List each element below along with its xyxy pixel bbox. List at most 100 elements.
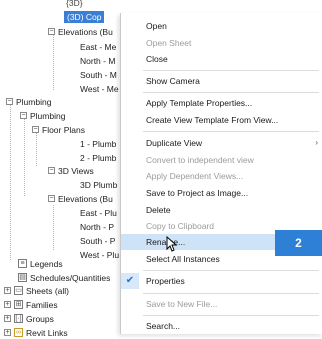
menu-item-properties[interactable]: ✔ Properties (121, 273, 322, 289)
menu-item-open[interactable]: Open (121, 18, 322, 34)
menu-item-label: Select All Instances (146, 254, 220, 264)
tree-item-elevation[interactable]: South - M (80, 69, 117, 81)
tree-item-label: East - Me (80, 42, 117, 52)
menu-item-show-camera[interactable]: Show Camera (121, 73, 322, 89)
tree-item-elevation[interactable]: East - Plu (80, 207, 117, 219)
tree-item-groups[interactable]: + [·] Groups (4, 313, 54, 325)
tree-item-3d-partial[interactable]: {3D} (66, 0, 83, 9)
menu-item-open-sheet: Open Sheet (121, 35, 322, 51)
tree-item-label: Schedules/Quantities (30, 273, 111, 283)
tree-item-label: Groups (26, 314, 54, 324)
collapse-toggle-icon[interactable]: − (48, 167, 55, 174)
menu-item-label: Open (146, 21, 167, 31)
menu-item-close[interactable]: Close (121, 51, 322, 67)
tree-group-plumbing-sub[interactable]: − Plumbing (20, 110, 65, 122)
project-browser-tree: {3D} (3D) Cop − Elevations (Bu East - Me … (0, 0, 130, 338)
menu-item-search[interactable]: Search... (121, 318, 322, 334)
collapse-toggle-icon[interactable]: − (20, 112, 27, 119)
link-icon: ∞ (14, 328, 23, 337)
tree-item-label: South - P (80, 236, 116, 246)
tree-item-label: 1 - Plumb (80, 139, 117, 149)
expand-toggle-icon[interactable]: + (4, 329, 11, 336)
menu-item-label: Delete (146, 205, 171, 215)
tree-item-floor-plan[interactable]: 2 - Plumb (80, 152, 116, 164)
tree-item-schedules[interactable]: ▤ Schedules/Quantities (18, 272, 110, 284)
tree-item-families[interactable]: + ⊞ Families (4, 299, 58, 311)
tree-item-elevation[interactable]: West - Plu (80, 249, 119, 261)
menu-separator (143, 270, 319, 271)
mouse-cursor-icon (166, 236, 178, 252)
tree-guide (53, 205, 54, 250)
tree-group-floor-plans[interactable]: − Floor Plans (32, 124, 85, 136)
sheet-icon: ▭ (14, 286, 23, 295)
expand-toggle-icon[interactable]: + (4, 315, 11, 322)
schedule-icon: ▤ (18, 273, 27, 282)
family-icon: ⊞ (14, 300, 23, 309)
tree-item-label: North - M (80, 56, 116, 66)
collapse-toggle-icon[interactable]: − (48, 28, 55, 35)
menu-item-label: Copy to Clipboard (146, 221, 215, 231)
tree-item-label: Revit Links (26, 328, 68, 338)
menu-item-save-as-image[interactable]: Save to Project as Image... (121, 185, 322, 201)
menu-separator (143, 315, 319, 316)
step-number-badge: 2 (275, 230, 322, 256)
menu-separator (143, 70, 319, 71)
menu-item-apply-dependent: Apply Dependent Views... (121, 168, 322, 184)
tree-item-elevation[interactable]: North - P (80, 221, 114, 233)
menu-item-save-new-file: Save to New File... (121, 296, 322, 312)
menu-separator (143, 131, 319, 132)
tree-group-elevations-2[interactable]: − Elevations (Bu (48, 193, 113, 205)
tree-item-label: 3D Plumb (80, 180, 118, 190)
tree-item-floor-plan[interactable]: 1 - Plumb (80, 138, 116, 150)
tree-item-elevation[interactable]: East - Me (80, 41, 116, 53)
menu-item-delete[interactable]: Delete (121, 202, 322, 218)
menu-item-apply-template[interactable]: Apply Template Properties... (121, 95, 322, 111)
tree-group-elevations[interactable]: − Elevations (Bu (48, 26, 113, 38)
tree-item-label: Sheets (all) (26, 286, 69, 296)
selected-view-label: (3D) Cop (64, 11, 105, 23)
collapse-toggle-icon[interactable]: − (6, 98, 13, 105)
menu-item-convert-independent: Convert to independent view (121, 152, 322, 168)
menu-item-label: Convert to independent view (146, 155, 254, 165)
tree-item-elevation[interactable]: West - Me (80, 83, 119, 95)
menu-item-label: Open Sheet (146, 38, 192, 48)
tree-item-elevation[interactable]: North - M (80, 55, 115, 67)
tree-group-label: Plumbing (16, 97, 52, 107)
menu-item-duplicate-view[interactable]: Duplicate View › (121, 135, 322, 151)
menu-item-create-view-template[interactable]: Create View Template From View... (121, 112, 322, 128)
tree-group-3d-views[interactable]: −3D Views (48, 165, 94, 177)
tree-group-label: Elevations (Bu (58, 194, 113, 204)
expand-toggle-icon[interactable]: + (4, 301, 11, 308)
tree-guide (36, 132, 37, 166)
menu-separator (143, 293, 319, 294)
tree-group-plumbing[interactable]: − Plumbing (6, 96, 51, 108)
tree-item-label: Families (26, 300, 58, 310)
menu-item-label: Search... (146, 321, 181, 331)
collapse-toggle-icon[interactable]: − (32, 126, 39, 133)
tree-item-legends[interactable]: ≡ Legends (18, 258, 63, 270)
menu-item-label: Duplicate View (146, 138, 203, 148)
tree-item-revit-links[interactable]: + ∞ Revit Links (4, 327, 68, 339)
tree-item-selected-view[interactable]: (3D) Cop (64, 11, 105, 23)
tree-item-3d-view[interactable]: 3D Plumb (80, 179, 117, 191)
tree-item-label: South - M (80, 70, 117, 80)
tree-item-label: North - P (80, 222, 115, 232)
checkmark-icon: ✔ (121, 273, 139, 289)
menu-item-label: Save to New File... (146, 299, 218, 309)
tree-group-label: Floor Plans (42, 125, 85, 135)
menu-item-label: Close (146, 54, 168, 64)
tree-item-elevation[interactable]: South - P (80, 235, 115, 247)
menu-item-label: Save to Project as Image... (146, 188, 249, 198)
tree-guide (10, 104, 11, 260)
collapse-toggle-icon[interactable]: − (48, 195, 55, 202)
menu-item-label: Properties (146, 276, 185, 286)
menu-item-label: Apply Template Properties... (146, 98, 253, 108)
expand-toggle-icon[interactable]: + (4, 287, 11, 294)
tree-item-label: {3D} (66, 0, 83, 8)
tree-item-label: West - Plu (80, 250, 120, 260)
menu-item-label: Show Camera (146, 76, 200, 86)
submenu-arrow-icon: › (315, 138, 318, 147)
tree-item-sheets[interactable]: + ▭ Sheets (all) (4, 285, 69, 297)
menu-item-label: Create View Template From View... (146, 115, 279, 125)
tree-item-label: Legends (30, 259, 63, 269)
